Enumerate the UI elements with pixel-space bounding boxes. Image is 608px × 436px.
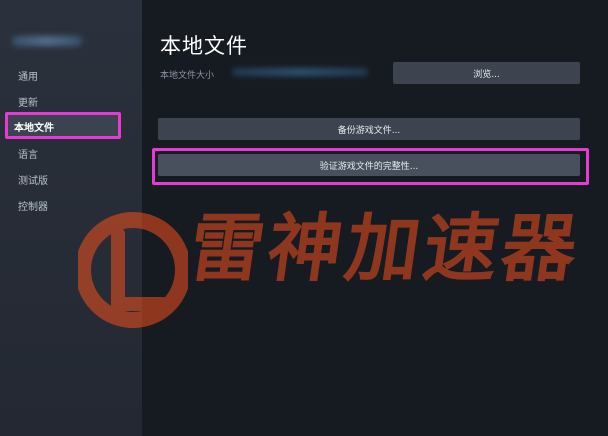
sidebar-item-controller[interactable]: 控制器 [18,198,48,213]
game-title-blurred [12,36,82,46]
local-file-size-label: 本地文件大小 [160,71,215,81]
highlight-box-verify [152,148,589,185]
sidebar-item-betas[interactable]: 测试版 [18,172,48,187]
backup-game-files-button[interactable]: 备份游戏文件... [158,118,580,140]
highlight-box-sidebar [5,112,121,139]
sidebar-item-language[interactable]: 语言 [18,146,38,161]
local-file-size-value-blurred [232,68,368,76]
sidebar-item-general[interactable]: 通用 [18,68,38,83]
browse-button[interactable]: 浏览... [393,62,580,84]
app-window: 通用 更新 本地文件 语言 测试版 控制器 本地文件 本地文件大小 浏览... … [0,0,608,436]
page-title: 本地文件 [160,34,248,58]
sidebar: 通用 更新 本地文件 语言 测试版 控制器 [0,0,142,436]
sidebar-item-updates[interactable]: 更新 [18,94,38,109]
